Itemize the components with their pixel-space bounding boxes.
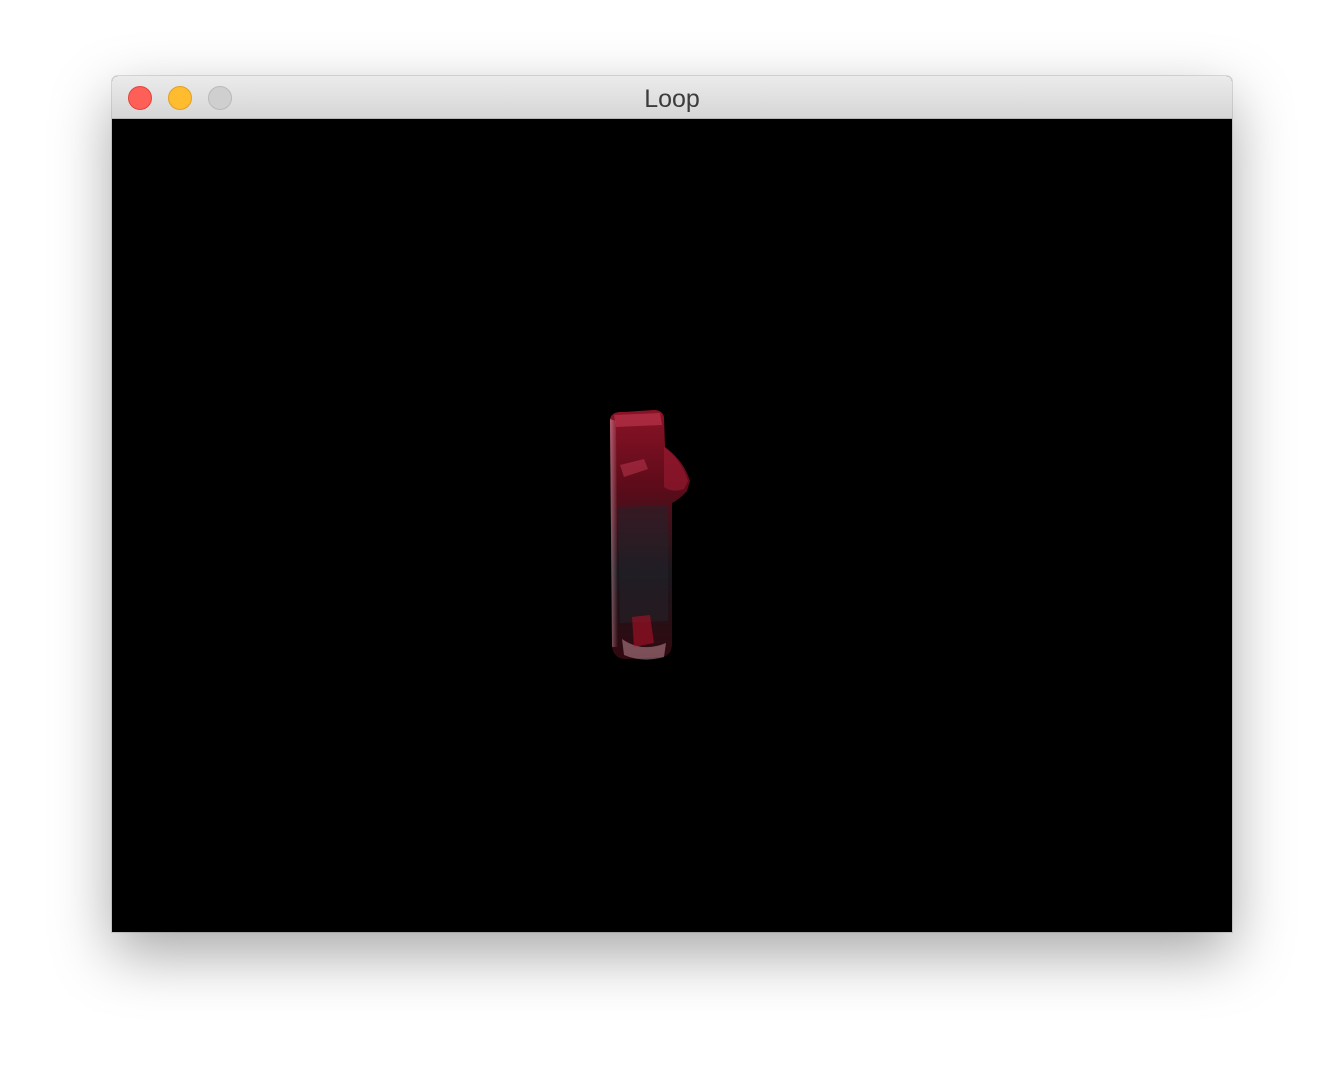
render-canvas[interactable] xyxy=(112,119,1232,932)
window-title: Loop xyxy=(644,85,700,113)
rendered-figure xyxy=(610,410,690,660)
app-window: Loop xyxy=(112,76,1232,932)
title-bar[interactable]: Loop xyxy=(112,76,1232,119)
